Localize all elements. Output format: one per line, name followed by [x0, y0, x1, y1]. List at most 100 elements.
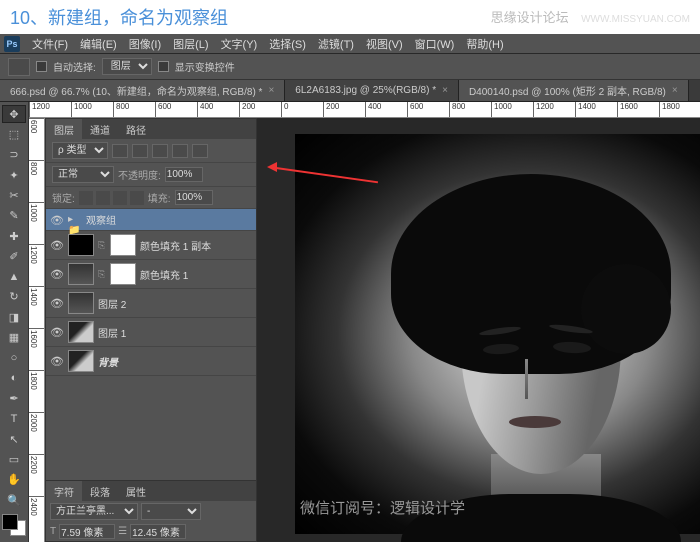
portrait-image [295, 134, 700, 534]
menu-window[interactable]: 窗口(W) [409, 34, 461, 54]
gradient-tool[interactable]: ▦ [2, 328, 26, 346]
doc-tab-3[interactable]: D400140.psd @ 100% (矩形 2 副本, RGB/8)× [459, 80, 689, 101]
menu-file[interactable]: 文件(F) [26, 34, 74, 54]
annotation-arrow [269, 166, 379, 168]
layer-2[interactable]: 👁 图层 2 [46, 289, 256, 318]
toolbox: ✥ ⬚ ⊃ ✦ ✂ ✎ ✚ ✐ ▲ ↻ ◨ ▦ ○ ◐ ✒ T ↖ ▭ ✋ 🔍 [0, 102, 29, 542]
paths-tab[interactable]: 路径 [118, 119, 154, 139]
visibility-icon[interactable]: 👁 [50, 268, 64, 280]
brush-tool[interactable]: ✐ [2, 247, 26, 265]
menu-image[interactable]: 图像(I) [123, 34, 167, 54]
layer-colorfill-1[interactable]: 👁 ⎘ 颜色填充 1 [46, 260, 256, 289]
character-tab[interactable]: 字符 [46, 481, 82, 501]
canvas[interactable]: 图层 通道 路径 ρ 类型 正常 不透明度: [45, 118, 700, 542]
vertical-ruler: 60080010001200140016001800200022002400 [29, 118, 45, 542]
layer-1[interactable]: 👁 图层 1 [46, 318, 256, 347]
blur-tool[interactable]: ○ [2, 349, 26, 367]
stamp-tool[interactable]: ▲ [2, 268, 26, 286]
font-style-select[interactable]: - [141, 503, 201, 520]
filter-smart-icon[interactable] [192, 144, 208, 158]
visibility-icon[interactable]: 👁 [50, 326, 64, 338]
close-icon[interactable]: × [672, 85, 678, 96]
lock-label: 锁定: [52, 190, 75, 205]
layer-group-observe[interactable]: 👁 ▸📁 观察组 [46, 209, 256, 231]
paragraph-tab[interactable]: 段落 [82, 481, 118, 501]
tutorial-title-bar: 10、新建组，命名为观察组 思缘设计论坛 WWW.MISSYUAN.COM [0, 0, 700, 34]
close-icon[interactable]: × [442, 85, 448, 96]
dodge-tool[interactable]: ◐ [2, 369, 26, 387]
lock-position-icon[interactable] [113, 191, 127, 205]
move-tool[interactable]: ✥ [2, 105, 26, 123]
leading-icon: ☰ [118, 526, 127, 537]
shape-tool[interactable]: ▭ [2, 450, 26, 468]
layers-panel: 图层 通道 路径 ρ 类型 正常 不透明度: [45, 118, 257, 520]
canvas-area: 1200100080060040020002004006008001000120… [29, 102, 700, 542]
filter-pixel-icon[interactable] [112, 144, 128, 158]
menu-help[interactable]: 帮助(H) [460, 34, 509, 54]
layer-filter-type[interactable]: ρ 类型 [52, 142, 108, 159]
layers-tab[interactable]: 图层 [46, 119, 82, 139]
step-title: 10、新建组，命名为观察组 [10, 4, 228, 30]
visibility-icon[interactable]: 👁 [50, 214, 64, 226]
link-icon: ⎘ [98, 269, 106, 280]
menu-type[interactable]: 文字(Y) [215, 34, 264, 54]
filter-shape-icon[interactable] [172, 144, 188, 158]
channels-tab[interactable]: 通道 [82, 119, 118, 139]
menu-view[interactable]: 视图(V) [360, 34, 409, 54]
visibility-icon[interactable]: 👁 [50, 355, 64, 367]
menu-filter[interactable]: 滤镜(T) [312, 34, 360, 54]
character-panel: 字符 段落 属性 方正兰亭黑... - T ☰ [45, 480, 257, 542]
opacity-label: 不透明度: [118, 167, 161, 182]
doc-tab-1[interactable]: 666.psd @ 66.7% (10、新建组，命名为观察组, RGB/8) *… [0, 80, 285, 101]
lasso-tool[interactable]: ⊃ [2, 146, 26, 164]
hand-tool[interactable]: ✋ [2, 471, 26, 489]
filter-adjust-icon[interactable] [132, 144, 148, 158]
visibility-icon[interactable]: 👁 [50, 297, 64, 309]
visibility-icon[interactable]: 👁 [50, 239, 64, 251]
fill-label: 填充: [148, 190, 171, 205]
wand-tool[interactable]: ✦ [2, 166, 26, 184]
lock-all-icon[interactable] [130, 191, 144, 205]
layer-colorfill-copy[interactable]: 👁 ⎘ 颜色填充 1 副本 [46, 231, 256, 260]
font-size-icon: T [50, 526, 56, 537]
doc-tab-2[interactable]: 6L2A6183.jpg @ 25%(RGB/8) *× [285, 80, 459, 101]
fill-input[interactable] [175, 190, 213, 205]
path-tool[interactable]: ↖ [2, 430, 26, 448]
move-tool-preset-icon[interactable] [8, 58, 30, 76]
mask-thumb [110, 234, 136, 256]
layer-background[interactable]: 👁 背景 [46, 347, 256, 376]
pen-tool[interactable]: ✒ [2, 389, 26, 407]
auto-select-target[interactable]: 图层 [102, 58, 152, 75]
marquee-tool[interactable]: ⬚ [2, 125, 26, 143]
type-tool[interactable]: T [2, 410, 26, 428]
font-family-select[interactable]: 方正兰亭黑... [50, 503, 138, 520]
eraser-tool[interactable]: ◨ [2, 308, 26, 326]
opacity-input[interactable] [165, 167, 203, 182]
zoom-tool[interactable]: 🔍 [2, 491, 26, 509]
lock-pixels-icon[interactable] [96, 191, 110, 205]
history-brush-tool[interactable]: ↻ [2, 288, 26, 306]
blend-mode-select[interactable]: 正常 [52, 166, 114, 183]
properties-tab[interactable]: 属性 [118, 481, 154, 501]
menu-layer[interactable]: 图层(L) [167, 34, 214, 54]
menubar: Ps 文件(F) 编辑(E) 图像(I) 图层(L) 文字(Y) 选择(S) 滤… [0, 34, 700, 54]
color-swatches[interactable] [2, 514, 26, 536]
leading-input[interactable] [130, 524, 186, 539]
layer-list: 👁 ▸📁 观察组 👁 ⎘ 颜色填充 1 副本 👁 [46, 209, 256, 376]
close-icon[interactable]: × [268, 85, 274, 96]
healing-tool[interactable]: ✚ [2, 227, 26, 245]
layer-thumb [68, 263, 94, 285]
menu-select[interactable]: 选择(S) [263, 34, 312, 54]
auto-select-checkbox[interactable] [36, 61, 47, 72]
menu-edit[interactable]: 编辑(E) [74, 34, 123, 54]
eyedropper-tool[interactable]: ✎ [2, 207, 26, 225]
wechat-watermark: 微信订阅号：逻辑设计学 [300, 497, 465, 518]
auto-select-label: 自动选择: [53, 59, 96, 74]
font-size-input[interactable] [59, 524, 115, 539]
show-transform-checkbox[interactable] [158, 61, 169, 72]
crop-tool[interactable]: ✂ [2, 186, 26, 204]
filter-type-icon[interactable] [152, 144, 168, 158]
options-bar: 自动选择: 图层 显示变换控件 [0, 54, 700, 80]
lock-transparency-icon[interactable] [79, 191, 93, 205]
fg-color-swatch[interactable] [2, 514, 18, 530]
